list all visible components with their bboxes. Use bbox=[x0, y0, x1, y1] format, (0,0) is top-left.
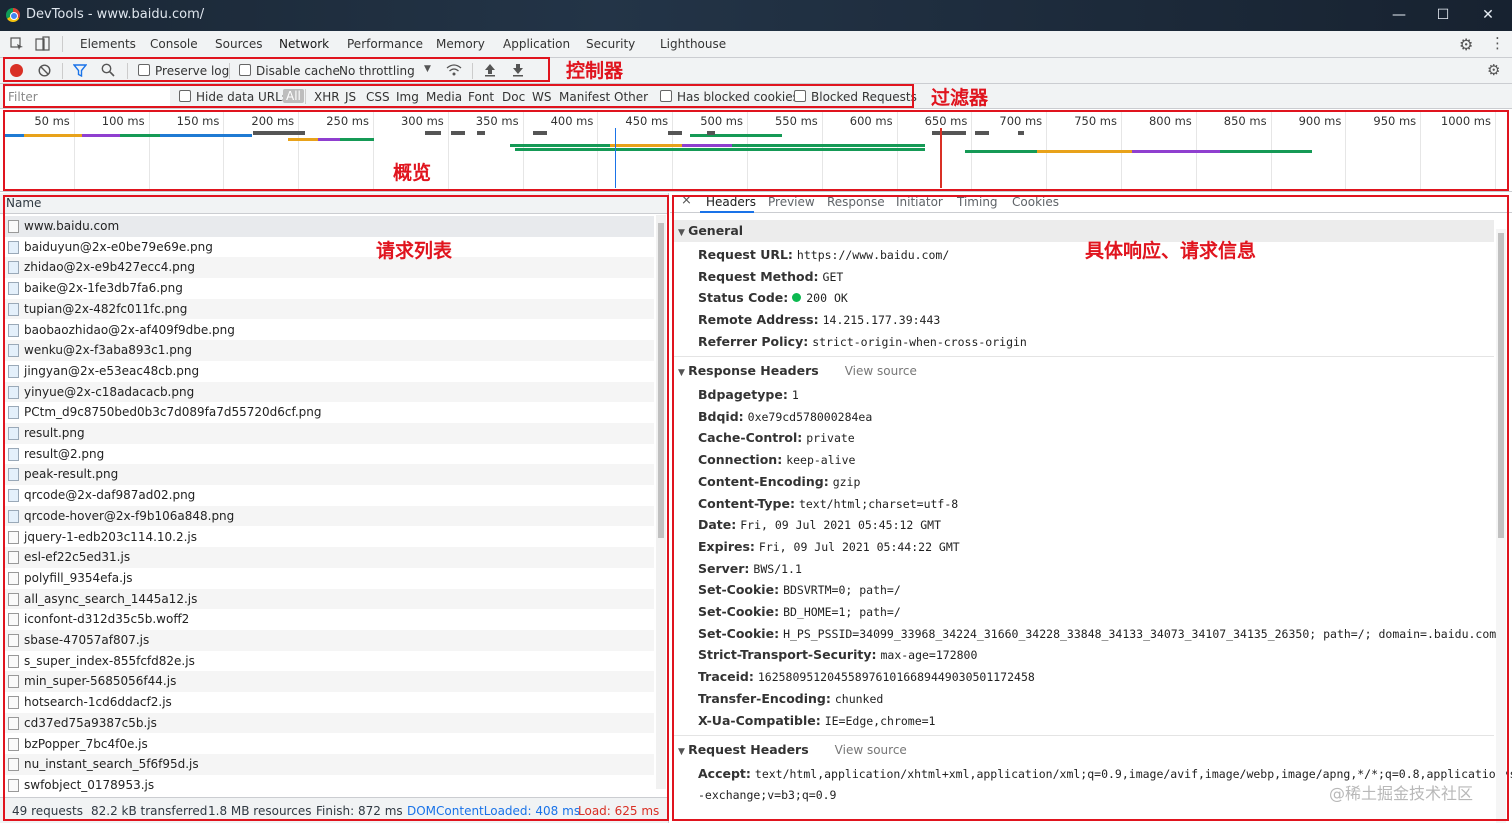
panel-tabbar: Elements Console Sources Network Perform… bbox=[0, 31, 1512, 58]
window-title: DevTools - www.baidu.com/ bbox=[26, 7, 205, 22]
settings-gear-icon[interactable]: ⚙ bbox=[1459, 35, 1473, 54]
annotation-detail: 具体响应、请求信息 bbox=[1085, 240, 1257, 262]
tab-network[interactable]: Network bbox=[279, 37, 329, 51]
watermark: @稀土掘金技术社区 bbox=[1329, 784, 1474, 803]
network-settings-gear-icon[interactable]: ⚙ bbox=[1487, 61, 1500, 79]
filter-highlight-box bbox=[3, 84, 914, 108]
device-toolbar-icon[interactable] bbox=[35, 36, 51, 52]
maximize-button[interactable]: ☐ bbox=[1431, 5, 1455, 25]
divider bbox=[62, 36, 63, 52]
annotation-filter: 过滤器 bbox=[931, 87, 989, 109]
tab-performance[interactable]: Performance bbox=[347, 37, 423, 51]
detail-highlight-box bbox=[672, 195, 1509, 821]
tab-elements[interactable]: Elements bbox=[80, 37, 136, 51]
annotation-request-list: 请求列表 bbox=[376, 240, 453, 262]
tab-console[interactable]: Console bbox=[150, 37, 198, 51]
tab-security[interactable]: Security bbox=[586, 37, 635, 51]
request-list-highlight-box bbox=[3, 195, 669, 821]
minimize-button[interactable]: — bbox=[1387, 5, 1411, 25]
window-titlebar: DevTools - www.baidu.com/ — ☐ ✕ bbox=[0, 0, 1512, 31]
tab-lighthouse[interactable]: Lighthouse bbox=[660, 37, 726, 51]
tab-sources[interactable]: Sources bbox=[215, 37, 262, 51]
annotation-overview: 概览 bbox=[393, 162, 432, 184]
more-menu-icon[interactable]: ⋮ bbox=[1490, 34, 1505, 52]
inspect-element-icon[interactable] bbox=[10, 37, 24, 51]
overview-highlight-box bbox=[3, 110, 1509, 191]
tab-memory[interactable]: Memory bbox=[436, 37, 485, 51]
chrome-logo-icon bbox=[6, 8, 20, 22]
annotation-controls: 控制器 bbox=[566, 60, 624, 82]
close-window-button[interactable]: ✕ bbox=[1476, 5, 1500, 25]
tab-application[interactable]: Application bbox=[503, 37, 570, 51]
controls-highlight-box bbox=[3, 57, 550, 82]
